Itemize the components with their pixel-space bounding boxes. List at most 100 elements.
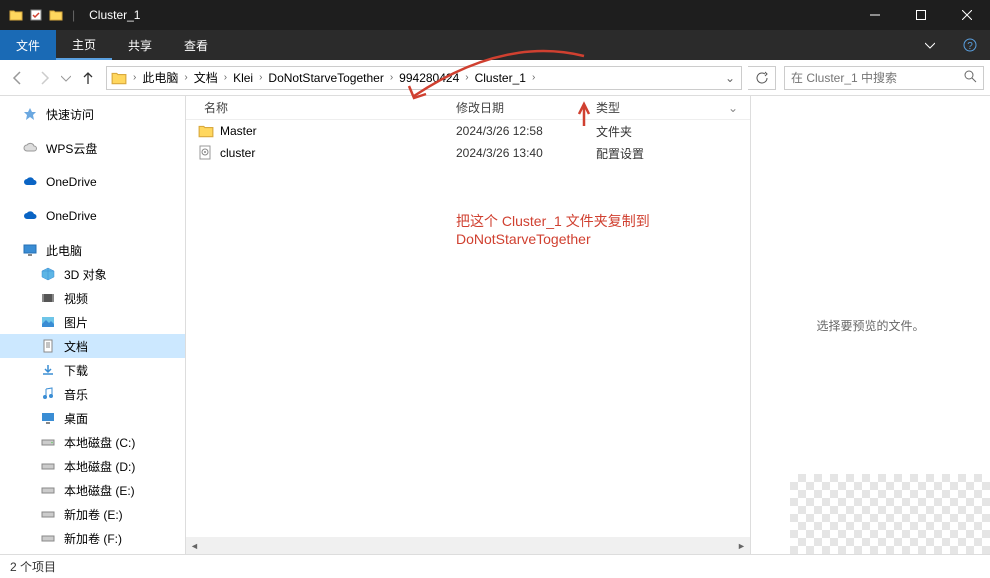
folder-icon: [48, 7, 64, 23]
sidebar-item-label: 3D 对象: [64, 266, 107, 283]
breadcrumb-seg[interactable]: 此电脑: [138, 67, 182, 89]
search-box[interactable]: [784, 66, 984, 90]
sidebar-item-quickaccess[interactable]: 快速访问: [0, 102, 185, 126]
sidebar-item-label: 本地磁盘 (E:): [64, 482, 135, 499]
sidebar-item-onedrive[interactable]: OneDrive: [0, 204, 185, 228]
scroll-right-icon[interactable]: ►: [733, 537, 750, 554]
sidebar-item-videos[interactable]: 视频: [0, 286, 185, 310]
cloud-icon: [22, 208, 38, 224]
menu-view[interactable]: 查看: [168, 30, 224, 60]
sidebar-item-disk-d[interactable]: 本地磁盘 (D:): [0, 454, 185, 478]
annotation-arrow: [404, 56, 604, 146]
status-bar: 2 个项目: [0, 554, 990, 578]
divider: |: [72, 8, 75, 22]
nav-forward-button[interactable]: [32, 66, 56, 90]
maximize-button[interactable]: [898, 0, 944, 30]
sidebar-item-music[interactable]: 音乐: [0, 382, 185, 406]
column-type[interactable]: 类型: [596, 99, 696, 116]
drive-icon: [40, 434, 56, 450]
sort-indicator-icon[interactable]: ⌄: [728, 101, 750, 115]
file-list[interactable]: 名称 修改日期 类型 ⌄ Master 2024/3/26 12:58 文件夹 …: [186, 96, 750, 554]
breadcrumb-seg[interactable]: 文档: [190, 67, 222, 89]
sidebar-item-label: 文档: [64, 338, 88, 355]
window-title: Cluster_1: [89, 8, 140, 22]
sidebar-item-wps[interactable]: WPS云盘: [0, 136, 185, 160]
drive-icon: [40, 530, 56, 546]
cloud-icon: [22, 174, 38, 190]
cloud-icon: [22, 140, 38, 156]
horizontal-scrollbar[interactable]: ◄ ►: [186, 537, 750, 554]
breadcrumb-seg[interactable]: Klei: [229, 67, 257, 89]
chevron-right-icon[interactable]: ›: [182, 72, 189, 83]
sidebar-item-label: WPS云盘: [46, 140, 97, 157]
drive-icon: [40, 458, 56, 474]
chevron-right-icon[interactable]: ›: [388, 72, 395, 83]
navigation-pane[interactable]: 快速访问 WPS云盘 OneDrive OneDrive 此电脑 3D 对象 视…: [0, 96, 186, 554]
computer-icon: [22, 242, 38, 258]
sidebar-item-documents[interactable]: 文档: [0, 334, 185, 358]
nav-back-button[interactable]: [6, 66, 30, 90]
sidebar-item-label: 此电脑: [46, 242, 82, 259]
menu-file[interactable]: 文件: [0, 30, 56, 60]
titlebar-quick-access: |: [8, 7, 79, 23]
sidebar-item-disk-e2[interactable]: 新加卷 (E:): [0, 502, 185, 526]
folder-icon: [198, 123, 214, 139]
main-area: 快速访问 WPS云盘 OneDrive OneDrive 此电脑 3D 对象 视…: [0, 96, 990, 554]
content-area: 名称 修改日期 类型 ⌄ Master 2024/3/26 12:58 文件夹 …: [186, 96, 990, 554]
sidebar-item-label: 桌面: [64, 410, 88, 427]
nav-up-button[interactable]: [76, 66, 100, 90]
file-date: 2024/3/26 13:40: [456, 146, 596, 160]
folder-icon: [109, 68, 129, 88]
sidebar-item-label: 本地磁盘 (C:): [64, 434, 135, 451]
file-rows[interactable]: Master 2024/3/26 12:58 文件夹 cluster 2024/…: [186, 120, 750, 554]
search-input[interactable]: [791, 71, 963, 85]
preview-empty-text: 选择要预览的文件。: [816, 317, 924, 334]
sidebar-item-label: 下载: [64, 362, 88, 379]
check-icon: [28, 7, 44, 23]
video-icon: [40, 290, 56, 306]
chevron-right-icon[interactable]: ›: [222, 72, 229, 83]
sidebar-item-disk-c[interactable]: 本地磁盘 (C:): [0, 430, 185, 454]
sidebar-item-label: 视频: [64, 290, 88, 307]
settings-file-icon: [198, 145, 214, 161]
chevron-down-icon[interactable]: ⌄: [719, 71, 741, 85]
desktop-icon: [40, 410, 56, 426]
checker-background: [790, 474, 990, 554]
sidebar-item-label: OneDrive: [46, 209, 97, 223]
search-icon[interactable]: [963, 69, 977, 86]
sidebar-item-label: OneDrive: [46, 175, 97, 189]
menu-home[interactable]: 主页: [56, 30, 112, 60]
cube-icon: [40, 266, 56, 282]
star-icon: [22, 106, 38, 122]
minimize-button[interactable]: [852, 0, 898, 30]
scroll-left-icon[interactable]: ◄: [186, 537, 203, 554]
menu-share[interactable]: 共享: [112, 30, 168, 60]
sidebar-item-3dobjects[interactable]: 3D 对象: [0, 262, 185, 286]
titlebar: | Cluster_1: [0, 0, 990, 30]
sidebar-item-desktop[interactable]: 桌面: [0, 406, 185, 430]
sidebar-item-downloads[interactable]: 下载: [0, 358, 185, 382]
file-type: 配置设置: [596, 145, 696, 162]
sidebar-item-label: 音乐: [64, 386, 88, 403]
sidebar-item-label: 快速访问: [46, 106, 94, 123]
sidebar-item-disk-e[interactable]: 本地磁盘 (E:): [0, 478, 185, 502]
file-name: cluster: [220, 146, 456, 160]
file-type: 文件夹: [596, 123, 696, 140]
svg-text:?: ?: [967, 41, 973, 52]
sidebar-item-label: 新加卷 (E:): [64, 506, 123, 523]
nav-recent-button[interactable]: [58, 66, 74, 90]
folder-icon: [8, 7, 24, 23]
chevron-right-icon[interactable]: ›: [131, 72, 138, 83]
sidebar-item-onedrive[interactable]: OneDrive: [0, 170, 185, 194]
drive-icon: [40, 506, 56, 522]
help-button[interactable]: ?: [950, 30, 990, 60]
breadcrumb-seg[interactable]: DoNotStarveTogether: [264, 67, 387, 89]
sidebar-item-pictures[interactable]: 图片: [0, 310, 185, 334]
sidebar-item-thispc[interactable]: 此电脑: [0, 238, 185, 262]
music-icon: [40, 386, 56, 402]
sidebar-item-disk-f[interactable]: 新加卷 (F:): [0, 526, 185, 550]
refresh-button[interactable]: [748, 66, 776, 90]
expand-ribbon-button[interactable]: [910, 30, 950, 60]
close-button[interactable]: [944, 0, 990, 30]
chevron-right-icon[interactable]: ›: [257, 72, 264, 83]
